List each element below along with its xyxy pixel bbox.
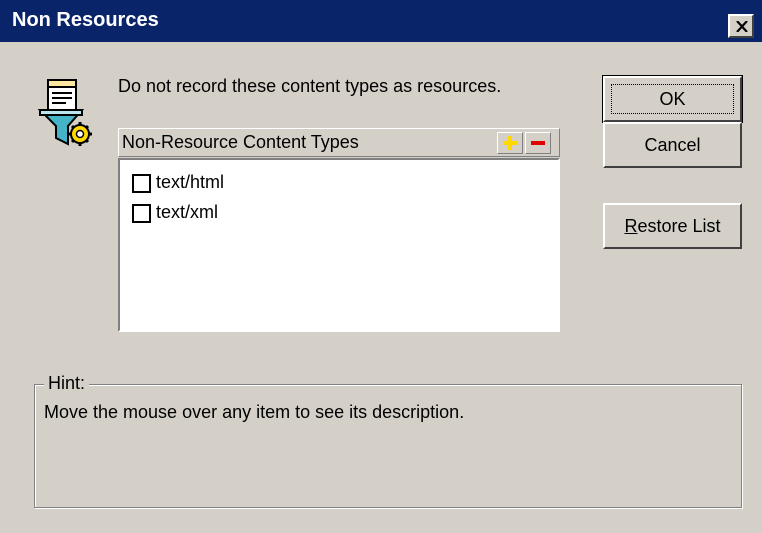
title-bar[interactable]: Non Resources <box>0 0 762 42</box>
ok-button-label: OK <box>611 84 734 114</box>
text-xml-checkbox[interactable] <box>132 204 151 223</box>
non-resources-dialog: Non Resources Do not record these conten… <box>0 0 762 533</box>
cancel-button[interactable]: Cancel <box>603 122 742 168</box>
restore-mnemonic: R <box>624 216 638 236</box>
restore-label-rest: estore List <box>637 216 721 236</box>
list-header-label: Non-Resource Content Types <box>122 132 359 152</box>
add-type-button[interactable] <box>497 132 523 154</box>
ok-button[interactable]: OK <box>602 75 743 123</box>
list-item-label: text/xml <box>156 202 219 222</box>
description-text: Do not record these content types as res… <box>118 76 502 96</box>
remove-type-button[interactable] <box>525 132 551 154</box>
plus-icon <box>503 136 517 150</box>
list-item-label: text/html <box>156 172 225 192</box>
content-types-list[interactable]: text/html text/xml <box>118 158 560 332</box>
close-icon <box>736 21 748 32</box>
hint-text: Move the mouse over any item to see its … <box>44 402 465 422</box>
window-title: Non Resources <box>12 9 159 31</box>
list-header: Non-Resource Content Types <box>118 128 560 157</box>
text-html-checkbox[interactable] <box>132 174 151 193</box>
minus-icon <box>531 141 545 145</box>
document-filter-gear-icon <box>36 78 92 150</box>
restore-list-button[interactable]: Restore List <box>603 203 742 249</box>
hint-legend: Hint: <box>44 373 90 394</box>
close-button[interactable] <box>728 14 754 38</box>
